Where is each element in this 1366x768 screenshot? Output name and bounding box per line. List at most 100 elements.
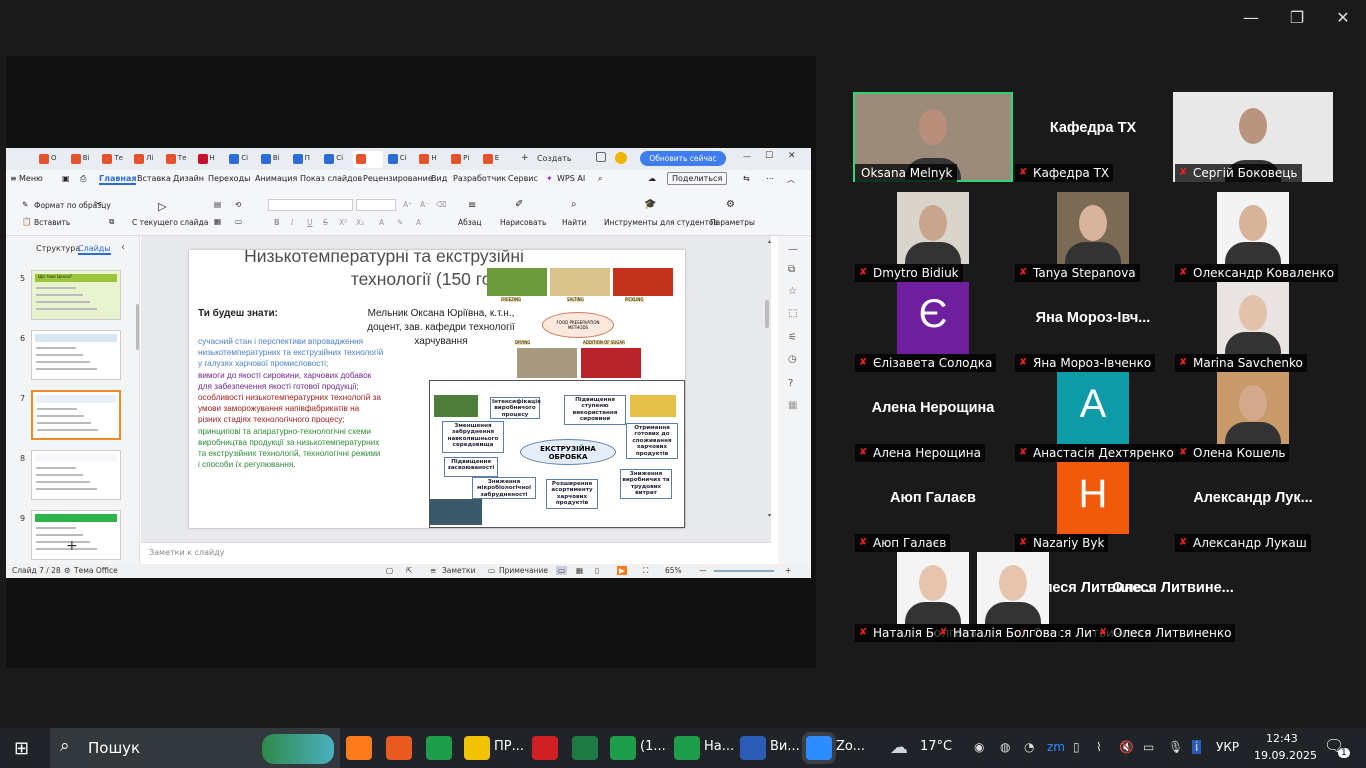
copy-icon[interactable]: ⧉ <box>109 217 114 227</box>
tab-developer[interactable]: Разработчик <box>453 174 506 183</box>
graduation-cap-icon[interactable]: 🎓 <box>644 199 656 210</box>
taskbar-app-label[interactable]: (1... <box>640 739 666 754</box>
notes-button[interactable]: Заметки <box>442 566 475 575</box>
update-now-button[interactable]: Обновить сейчас <box>640 151 726 166</box>
search-box[interactable]: ⌕ Пошук <box>50 728 340 768</box>
current-slide[interactable]: Низькотемпературні та екструзійні технол… <box>189 250 685 528</box>
effects-icon[interactable]: A <box>416 218 421 227</box>
student-tools-button[interactable]: Инструменты для студентов <box>604 218 718 227</box>
taskbar-app-icon[interactable] <box>386 736 412 760</box>
normal-view-icon[interactable]: ▭ <box>556 566 568 575</box>
window-icon[interactable] <box>596 152 606 162</box>
avatar[interactable] <box>615 152 627 164</box>
font-name-select[interactable] <box>268 199 353 211</box>
find-icon[interactable]: ⌕ <box>571 199 577 210</box>
notes-area[interactable]: Заметки к слайду <box>141 542 771 564</box>
document-tab[interactable]: Ві <box>258 151 288 168</box>
battery-icon[interactable]: ▭ <box>1143 740 1154 754</box>
scroll-down-icon[interactable]: ▾ <box>768 512 771 519</box>
close-icon[interactable]: ✕ <box>1328 8 1358 27</box>
theme-name[interactable]: Тема Office <box>74 566 118 575</box>
windows-start-icon[interactable]: ⊞ <box>14 738 29 759</box>
grid-icon[interactable]: ▦ <box>788 400 797 411</box>
minus-icon[interactable]: — <box>788 244 798 255</box>
save-icon[interactable]: ▣ <box>62 174 70 183</box>
collapse-panel-icon[interactable]: ‹ <box>121 242 125 253</box>
document-tab[interactable] <box>353 151 383 168</box>
participant-tile[interactable]: Яна Мороз-Івч... ✘ Яна Мороз-Івченко <box>1013 282 1173 372</box>
taskbar-app-icon[interactable] <box>610 736 636 760</box>
taskbar-app-icon[interactable] <box>532 736 558 760</box>
participant-tile[interactable]: ✘ Dmytro Bidiuk <box>853 192 1013 282</box>
document-tab[interactable]: Лі <box>131 151 161 168</box>
scrollbar[interactable] <box>765 300 769 328</box>
highlight-icon[interactable]: ✎ <box>397 218 403 227</box>
taskbar-app-label[interactable]: Zo... <box>836 739 865 754</box>
cut-icon[interactable]: ✂ <box>94 199 102 210</box>
participant-tile[interactable]: ✘ Олена Кошель <box>1173 372 1333 462</box>
taskbar-app-icon[interactable] <box>740 736 766 760</box>
participant-tile[interactable]: ✘ Marina Savchenko <box>1173 282 1333 372</box>
maximize-icon[interactable]: ☐ <box>765 151 773 161</box>
participant-tile[interactable]: Олеся Литвине... ✘ Олеся Литвиненко <box>1093 552 1253 642</box>
participant-tile[interactable]: ✘ Tanya Stepanova <box>1013 192 1173 282</box>
draw-icon[interactable]: ✐ <box>515 199 523 210</box>
document-tab[interactable]: Рі <box>448 151 478 168</box>
create-tab-label[interactable]: Создать <box>537 154 572 163</box>
comment-button[interactable]: Примечание <box>499 566 548 575</box>
history-icon[interactable]: ◷ <box>788 354 797 365</box>
wifi-off-icon[interactable]: ⌇ <box>1096 740 1102 754</box>
taskbar-app-icon[interactable] <box>426 736 452 760</box>
tab-review[interactable]: Рецензирование <box>363 174 433 183</box>
from-current-slide-button[interactable]: С текущего слайда <box>132 218 208 227</box>
zoom-tray-icon[interactable]: zm <box>1047 740 1065 754</box>
collapse-ribbon-icon[interactable]: ︿ <box>787 174 795 185</box>
slide-thumbnail[interactable] <box>31 390 121 440</box>
participant-tile[interactable]: H ✘ Nazariy Byk <box>1013 462 1173 552</box>
play-icon[interactable]: ▶ <box>617 566 627 575</box>
document-tab[interactable]: О <box>36 151 66 168</box>
taskbar-app-label[interactable]: Ви... <box>770 739 800 754</box>
network-icon[interactable]: ◔ <box>1024 740 1034 754</box>
tab-view[interactable]: Вид <box>431 174 447 183</box>
taskbar-app-icon[interactable] <box>464 736 490 760</box>
minimize-icon[interactable]: — <box>743 152 751 161</box>
document-tab[interactable]: Сі <box>321 151 351 168</box>
tab-insert[interactable]: Вставка <box>137 174 171 183</box>
fullscreen-icon[interactable]: ⛶ <box>643 566 648 576</box>
participant-tile[interactable]: Алена Нерощина ✘ Алена Нерощина <box>853 372 1013 462</box>
document-tab[interactable]: Е <box>480 151 510 168</box>
clock-time[interactable]: 12:43 <box>1266 732 1298 745</box>
text-color-icon[interactable]: A <box>379 218 384 227</box>
slide-thumbnail[interactable]: Що таке Ценоз? <box>31 270 121 320</box>
volume-muted-icon[interactable]: 🔇 <box>1119 740 1134 754</box>
export-icon[interactable]: ⇱ <box>406 566 412 575</box>
shrink-font-icon[interactable]: A⁻ <box>420 200 429 209</box>
font-size-select[interactable] <box>356 199 396 211</box>
zoom-out-icon[interactable]: — <box>699 566 707 575</box>
params-button[interactable]: Параметры <box>710 218 755 227</box>
find-button[interactable]: Найти <box>562 218 586 227</box>
document-tab[interactable]: Н <box>416 151 446 168</box>
reset-icon[interactable]: ⟲ <box>235 200 241 209</box>
taskbar-app-icon[interactable] <box>806 736 832 760</box>
paragraph-icon[interactable]: ≡ <box>468 200 476 211</box>
sliders-icon[interactable]: ⚟ <box>788 332 797 343</box>
document-tab[interactable]: Те <box>99 151 129 168</box>
participant-tile[interactable]: Кафедра ТХ ✘ Кафедра ТХ <box>1013 92 1173 182</box>
participant-tile[interactable]: Є ✘ Єлізавета Солодка <box>853 282 1013 372</box>
document-tab[interactable]: Н <box>195 151 225 168</box>
reading-view-icon[interactable]: ▯ <box>595 566 599 575</box>
taskbar-app-icon[interactable] <box>572 736 598 760</box>
document-tab[interactable]: Сі <box>385 151 415 168</box>
history-icon[interactable]: ⇆ <box>743 174 750 183</box>
tab-design[interactable]: Дизайн <box>173 174 204 183</box>
document-tab[interactable]: Ві <box>68 151 98 168</box>
more-icon[interactable]: ⋯ <box>766 174 774 183</box>
taskbar-app-icon[interactable] <box>674 736 700 760</box>
zoom-slider[interactable] <box>714 570 774 572</box>
layout-icon[interactable]: ▦ <box>214 217 221 226</box>
weather-temp[interactable]: 17°C <box>920 739 952 754</box>
shapes-icon[interactable]: ⬚ <box>788 308 797 319</box>
fit-icon[interactable]: ▢ <box>386 566 393 575</box>
